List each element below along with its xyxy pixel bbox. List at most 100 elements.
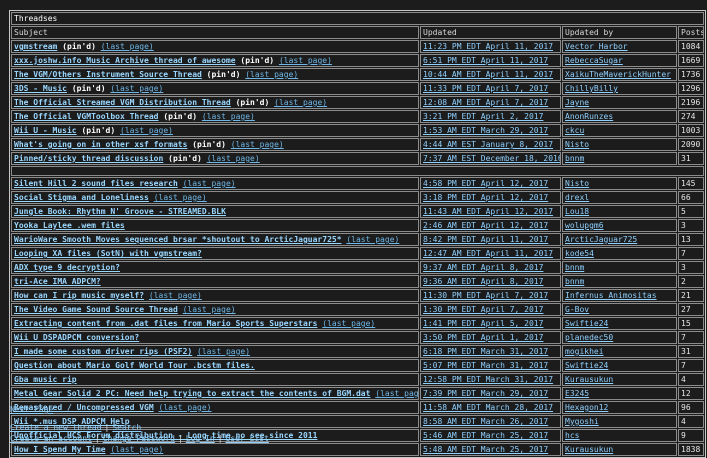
updated-date-link[interactable]: 7:37 AM EST December 18, 2016 [423, 154, 560, 163]
last-page-link[interactable]: (last page) [346, 235, 399, 244]
thread-title-link[interactable]: What's going on in other xsf formats [14, 140, 187, 149]
updated-date-link[interactable]: 9:37 AM EDT April 8, 2017 [423, 263, 543, 272]
last-page-link[interactable]: (last page) [274, 98, 327, 107]
search-link[interactable]: Search [112, 423, 141, 432]
updated-date-link[interactable]: 11:23 PM EDT April 11, 2017 [423, 42, 553, 51]
updated-date-link[interactable]: 1:30 PM EDT April 7, 2017 [423, 305, 543, 314]
user-link[interactable]: AnonRunzes [565, 112, 613, 121]
thread-title-link[interactable]: Gba music rip [14, 375, 77, 384]
last-page-link[interactable]: (last page) [120, 126, 173, 135]
user-link[interactable]: ChillyBilly [565, 84, 618, 93]
updated-date-link[interactable]: 5:48 AM EDT March 25, 2017 [423, 445, 548, 454]
user-link[interactable]: wolupgm6 [565, 221, 604, 230]
user-link[interactable]: bnnm [565, 277, 584, 286]
user-list-link[interactable]: User List [226, 434, 269, 443]
user-link[interactable]: bnnm [565, 263, 584, 272]
user-link[interactable]: drexl [565, 193, 589, 202]
last-page-link[interactable]: (last page) [183, 179, 236, 188]
create-thread-link[interactable]: Create a new thread [10, 423, 102, 432]
log-in-link[interactable]: Log In [186, 434, 215, 443]
updated-date-link[interactable]: 1:53 AM EDT March 29, 2017 [423, 126, 548, 135]
thread-title-link[interactable]: Looping XA files (SotN) with vgmstream? [14, 249, 202, 258]
last-page-link[interactable]: (last page) [231, 140, 284, 149]
user-link[interactable]: hcs [565, 431, 579, 440]
user-link[interactable]: Hexagon12 [565, 403, 608, 412]
thread-title-link[interactable]: Question about Mario Golf World Tour .bc… [14, 361, 255, 370]
last-page-link[interactable]: (last page) [245, 70, 298, 79]
user-link[interactable]: G-Bov [565, 305, 589, 314]
last-page-link[interactable]: (last page) [279, 56, 332, 65]
thread-title-link[interactable]: The Video Game Sound Source Thread [14, 305, 178, 314]
thread-title-link[interactable]: Metal Gear Solid 2 PC: Need help trying … [14, 389, 370, 398]
updated-date-link[interactable]: 1:41 PM EDT April 5, 2017 [423, 319, 543, 328]
user-link[interactable]: Nisto [565, 140, 589, 149]
thread-title-link[interactable]: The Official Streamed VGM Distribution T… [14, 98, 231, 107]
thread-title-link[interactable]: How I Spend My Time [14, 445, 106, 454]
thread-title-link[interactable]: I made some custom driver rips (PSF2) [14, 347, 192, 356]
updated-date-link[interactable]: 12:08 AM EDT April 7, 2017 [423, 98, 548, 107]
thread-title-link[interactable]: ADX type 9 decryption? [14, 263, 120, 272]
thread-title-link[interactable]: Silent Hill 2 sound files research [14, 179, 178, 188]
create-account-link[interactable]: Create an account [10, 434, 92, 443]
user-link[interactable]: Mygoshi [565, 417, 599, 426]
updated-date-link[interactable]: 5:46 AM EDT March 25, 2017 [423, 431, 548, 440]
last-page-link[interactable]: (last page) [110, 445, 163, 454]
user-link[interactable]: XaikuTheMaverickHunter [565, 70, 671, 79]
next-page-link[interactable]: Next Page [10, 405, 53, 414]
user-link[interactable]: ckcu [565, 126, 584, 135]
updated-date-link[interactable]: 3:21 PM EDT April 2, 2017 [423, 112, 543, 121]
last-page-link[interactable]: (last page) [154, 193, 207, 202]
updated-date-link[interactable]: 3:50 PM EDT April 1, 2017 [423, 333, 543, 342]
updated-date-link[interactable]: 2:46 AM EDT April 12, 2017 [423, 221, 548, 230]
thread-title-link[interactable]: Extracting content from .dat files from … [14, 319, 317, 328]
updated-date-link[interactable]: 4:44 AM EST January 8, 2017 [423, 140, 553, 149]
user-link[interactable]: Infernus Animositas [565, 291, 657, 300]
user-link[interactable]: bnnm [565, 154, 584, 163]
updated-date-link[interactable]: 6:18 PM EDT March 31, 2017 [423, 347, 548, 356]
last-page-link[interactable]: (last page) [197, 347, 250, 356]
user-link[interactable]: planedec50 [565, 333, 613, 342]
thread-title-link[interactable]: tri-Ace IMA ADPCM? [14, 277, 101, 286]
thread-title-link[interactable]: Wii U DSPADPCM conversion? [14, 333, 139, 342]
updated-date-link[interactable]: 12:47 AM EDT April 11, 2017 [423, 249, 553, 258]
user-link[interactable]: Vector Harbor [565, 42, 628, 51]
user-link[interactable]: kode54 [565, 249, 594, 258]
thread-title-link[interactable]: Pinned/sticky thread discussion [14, 154, 163, 163]
updated-date-link[interactable]: 6:51 PM EDT April 11, 2017 [423, 56, 548, 65]
updated-date-link[interactable]: 11:30 PM EDT April 7, 2017 [423, 291, 548, 300]
user-link[interactable]: Kurausukun [565, 375, 613, 384]
user-link[interactable]: RebeccaSugar [565, 56, 623, 65]
last-page-link[interactable]: (last page) [149, 291, 202, 300]
thread-title-link[interactable]: WarioWare Smooth Moves sequenced brsar *… [14, 235, 342, 244]
last-page-link[interactable]: (last page) [110, 84, 163, 93]
updated-date-link[interactable]: 3:18 PM EDT April 12, 2017 [423, 193, 548, 202]
last-page-link[interactable]: (last page) [322, 319, 375, 328]
user-link[interactable]: Kurausukun [565, 445, 613, 454]
updated-date-link[interactable]: 8:58 AM EDT March 26, 2017 [423, 417, 548, 426]
last-page-link[interactable]: (last page) [101, 42, 154, 51]
last-page-link[interactable]: (last page) [202, 112, 255, 121]
user-link[interactable]: Swiftie24 [565, 361, 608, 370]
last-page-link[interactable]: (last page) [207, 154, 260, 163]
thread-title-link[interactable]: The Official VGMToolbox Thread [14, 112, 159, 121]
last-page-link[interactable]: (last page) [183, 305, 236, 314]
last-page-link[interactable]: (last page) [375, 389, 418, 398]
updated-date-link[interactable]: 11:58 AM EDT March 28, 2017 [423, 403, 553, 412]
user-link[interactable]: Swiftie24 [565, 319, 608, 328]
updated-date-link[interactable]: 9:36 AM EDT April 8, 2017 [423, 277, 543, 286]
user-link[interactable]: Lou18 [565, 207, 589, 216]
updated-date-link[interactable]: 5:07 PM EDT March 31, 2017 [423, 361, 548, 370]
user-link[interactable]: Jayne [565, 98, 589, 107]
updated-date-link[interactable]: 11:33 PM EDT April 7, 2017 [423, 84, 548, 93]
updated-date-link[interactable]: 4:58 PM EDT April 12, 2017 [423, 179, 548, 188]
user-link[interactable]: E3245 [565, 389, 589, 398]
thread-title-link[interactable]: Yooka Laylee .wem files [14, 221, 125, 230]
updated-date-link[interactable]: 7:39 PM EDT March 29, 2017 [423, 389, 548, 398]
thread-title-link[interactable]: Jungle Book: Rhythm N' Groove - STREAMED… [14, 207, 226, 216]
thread-title-link[interactable]: 3DS - Music [14, 84, 67, 93]
updated-date-link[interactable]: 8:42 PM EDT April 11, 2017 [423, 235, 548, 244]
thread-title-link[interactable]: vgmstream [14, 42, 57, 51]
change-password-link[interactable]: Change Password [103, 434, 175, 443]
updated-date-link[interactable]: 12:58 PM EDT March 31, 2017 [423, 375, 553, 384]
user-link[interactable]: mogikhei [565, 347, 604, 356]
